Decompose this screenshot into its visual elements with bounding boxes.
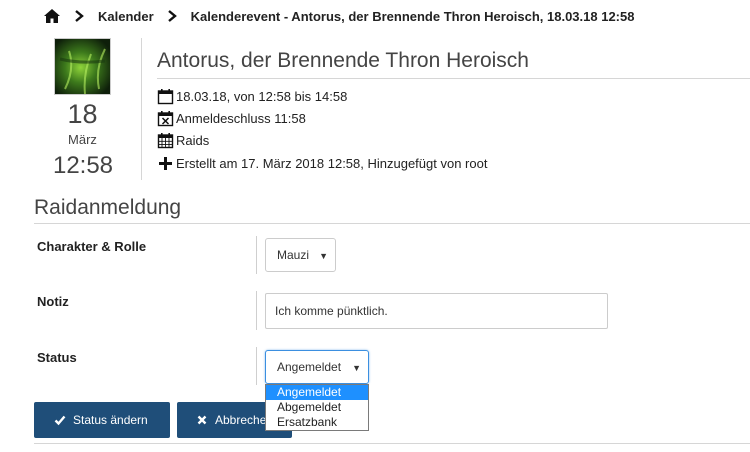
note-input[interactable] <box>265 293 608 329</box>
check-icon <box>54 414 66 426</box>
event-date-row: 18.03.18, von 12:58 bis 14:58 <box>157 87 347 105</box>
chevron-right-icon <box>167 10 177 22</box>
calendar-grid-icon <box>157 132 174 149</box>
event-month: März <box>68 132 97 147</box>
event-deadline-row: Anmeldeschluss 11:58 <box>157 109 306 127</box>
character-select[interactable]: Mauzi ▼ <box>265 238 336 272</box>
divider <box>34 443 750 444</box>
event-category-row: Raids <box>157 131 209 149</box>
save-status-label: Status ändern <box>73 413 148 427</box>
breadcrumb: Kalender Kalenderevent - Antorus, der Br… <box>43 6 634 26</box>
calendar-icon <box>157 88 174 105</box>
chevron-right-icon <box>74 10 84 22</box>
divider <box>141 38 142 180</box>
status-option-abgemeldet[interactable]: Abgemeldet <box>266 400 368 415</box>
calendar-x-icon <box>157 110 174 127</box>
note-label: Notiz <box>37 294 69 309</box>
divider <box>157 78 750 79</box>
event-date-range: 18.03.18, von 12:58 bis 14:58 <box>176 88 348 104</box>
event-signup-deadline: Anmeldeschluss 11:58 <box>176 110 306 126</box>
divider <box>34 223 750 224</box>
section-title: Raidanmeldung <box>34 196 182 219</box>
event-category: Raids <box>176 132 210 148</box>
status-option-angemeldet[interactable]: Angemeldet <box>266 385 368 400</box>
divider <box>256 347 257 385</box>
status-option-ersatzbank[interactable]: Ersatzbank <box>266 415 368 430</box>
character-select-value: Mauzi <box>277 248 310 262</box>
character-label: Charakter & Rolle <box>37 239 147 254</box>
event-day: 18 <box>67 99 98 129</box>
plus-icon <box>157 155 174 172</box>
caret-down-icon: ▼ <box>352 363 361 373</box>
divider <box>256 236 257 274</box>
status-select[interactable]: Angemeldet ▼ <box>265 350 369 384</box>
status-dropdown: Angemeldet Abgemeldet Ersatzbank <box>265 384 369 431</box>
breadcrumb-item-kalender[interactable]: Kalender <box>98 9 154 24</box>
caret-down-icon: ▼ <box>319 251 328 261</box>
event-created-row: Erstellt am 17. März 2018 12:58, Hinzuge… <box>157 154 487 172</box>
event-created: Erstellt am 17. März 2018 12:58, Hinzuge… <box>176 155 488 171</box>
x-icon <box>196 414 208 426</box>
event-thumbnail <box>54 38 111 95</box>
divider <box>256 291 257 330</box>
save-status-button[interactable]: Status ändern <box>34 402 170 438</box>
event-title: Antorus, der Brennende Thron Heroisch <box>157 49 529 72</box>
event-time: 12:58 <box>52 152 114 179</box>
status-select-value: Angemeldet <box>277 360 342 374</box>
home-icon[interactable] <box>43 8 61 24</box>
status-label: Status <box>37 350 77 365</box>
breadcrumb-item-current: Kalenderevent - Antorus, der Brennende T… <box>190 8 635 24</box>
